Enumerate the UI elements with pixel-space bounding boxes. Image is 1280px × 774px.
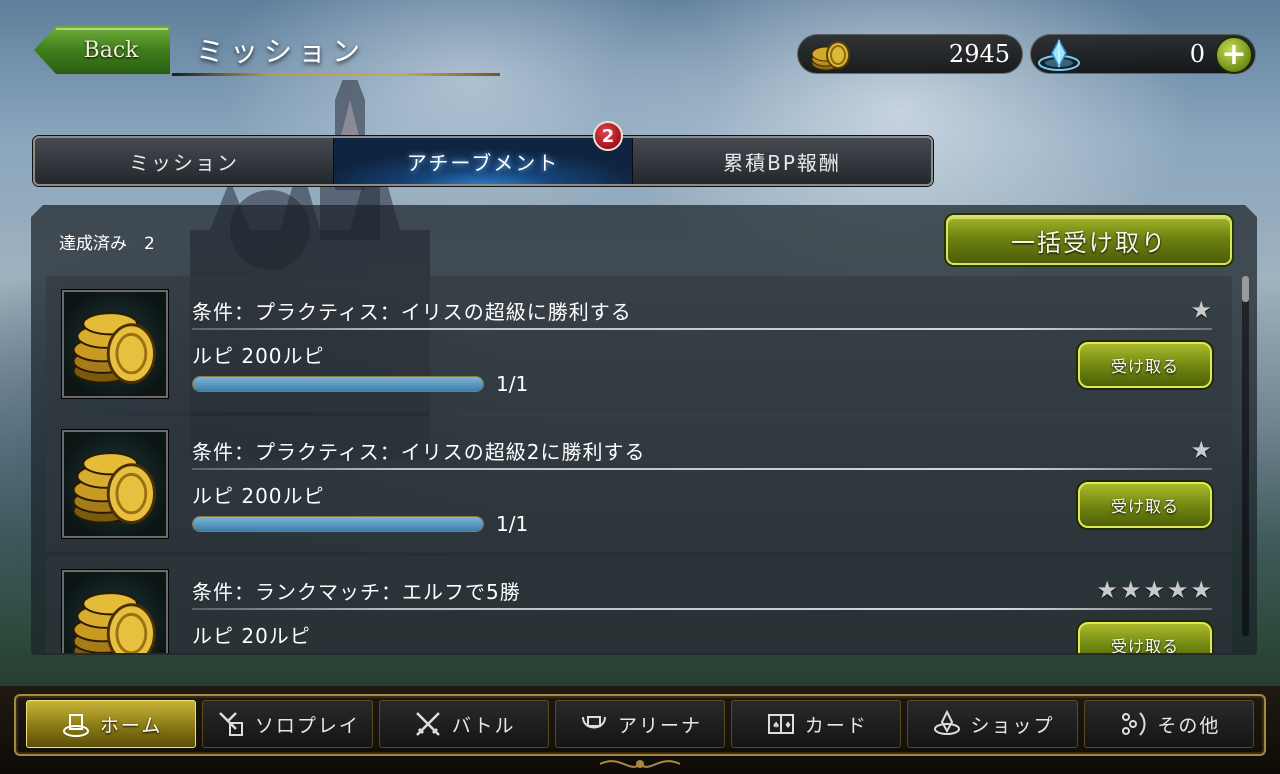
nav-home-label: ホーム <box>99 714 163 737</box>
mission-reward: ルピ 20ルピ <box>192 624 311 648</box>
star-icon: ★ <box>1143 576 1165 604</box>
scrollbar-thumb[interactable] <box>1242 276 1249 302</box>
mission-difficulty-stars: ★ <box>1190 296 1212 324</box>
rupy-coins-icon <box>62 290 168 398</box>
nav-ornament-icon <box>600 760 680 768</box>
back-button[interactable]: Back <box>34 26 170 74</box>
battle-icon <box>412 708 444 740</box>
nav-arena-label: アリーナ <box>617 714 702 737</box>
other-icon <box>1117 708 1149 740</box>
mission-item: 条件：プラクティス：イリスの超級2に勝利する ★ ルピ 200ルピ 1/1 受け… <box>46 416 1232 552</box>
cards-icon: ♠ ♦ <box>765 708 797 740</box>
svg-text:♠: ♠ <box>772 721 782 731</box>
nav-solo-play-label: ソロプレイ <box>254 714 360 737</box>
tab-achievements[interactable]: アチーブメント <box>333 138 632 184</box>
nav-shop-label: ショップ <box>970 714 1055 737</box>
mission-list-scrollbar[interactable] <box>1242 276 1249 636</box>
mission-progress-text: 1/1 <box>496 512 529 536</box>
arena-icon <box>578 708 610 740</box>
mission-divider <box>192 608 1212 610</box>
star-icon: ★ <box>1190 576 1212 604</box>
claim-all-button[interactable]: 一括受け取り <box>946 215 1232 265</box>
mission-condition: 条件：プラクティス：イリスの超級2に勝利する <box>192 440 646 464</box>
add-crystal-button[interactable]: + <box>1215 36 1253 74</box>
title-underline <box>172 73 500 76</box>
mission-progress-fill <box>193 517 483 531</box>
tab-missions[interactable]: ミッション <box>35 138 333 184</box>
mission-reward: ルピ 200ルピ <box>192 484 325 508</box>
mission-reward: ルピ 200ルピ <box>192 344 325 368</box>
mission-divider <box>192 468 1212 470</box>
nav-cards-label: カード <box>804 714 868 737</box>
mission-progress-text: 1/1 <box>496 372 529 396</box>
mission-item: 条件：ランクマッチ：エルフで5勝 ★ ★ ★ ★ ★ ルピ 20ルピ 受け取る <box>46 556 1232 653</box>
nav-home[interactable]: ホーム <box>26 700 197 748</box>
mission-progress-bar <box>192 376 484 392</box>
mission-progress-bar <box>192 516 484 532</box>
mission-item: 条件：プラクティス：イリスの超級に勝利する ★ ルピ 200ルピ 1/1 受け取… <box>46 276 1232 412</box>
crystal-counter: 0 + <box>1030 34 1256 74</box>
mission-condition: 条件：ランクマッチ：エルフで5勝 <box>192 580 521 604</box>
nav-solo-play[interactable]: ソロプレイ <box>202 700 373 748</box>
nav-arena[interactable]: アリーナ <box>554 700 726 748</box>
shop-icon <box>931 708 963 740</box>
mission-condition: 条件：プラクティス：イリスの超級に勝利する <box>192 300 632 324</box>
star-icon: ★ <box>1096 576 1118 604</box>
rupy-coin-icon <box>811 41 850 71</box>
rupy-counter: 2945 <box>797 34 1023 74</box>
receive-button[interactable]: 受け取る <box>1078 482 1212 528</box>
page-title: ミッション <box>196 35 367 68</box>
star-icon: ★ <box>1190 296 1212 324</box>
mission-difficulty-stars: ★ ★ ★ ★ ★ <box>1096 576 1212 604</box>
nav-other-label: その他 <box>1157 714 1221 737</box>
mission-progress-fill <box>193 377 483 391</box>
crystal-value: 0 <box>1189 40 1205 68</box>
star-icon: ★ <box>1119 576 1142 604</box>
rupy-coins-icon <box>62 430 168 538</box>
nav-shop[interactable]: ショップ <box>907 700 1078 748</box>
star-icon: ★ <box>1166 576 1189 604</box>
tab-bar: ミッション アチーブメント 累積BP報酬 <box>33 136 933 186</box>
back-button-label: Back <box>83 37 139 63</box>
crystal-icon <box>1038 38 1080 71</box>
home-icon <box>60 708 92 740</box>
bottom-nav: ホーム ソロプレイ バトル アリーナ ♠ ♦ カード ショップ その他 <box>26 700 1254 748</box>
mission-divider <box>192 328 1212 330</box>
rupy-coins-icon <box>62 570 168 653</box>
nav-cards[interactable]: ♠ ♦ カード <box>731 700 902 748</box>
rupy-value: 2945 <box>948 40 1010 68</box>
achievements-badge: 2 <box>593 121 623 151</box>
receive-button[interactable]: 受け取る <box>1078 622 1212 653</box>
mission-list[interactable]: 条件：プラクティス：イリスの超級に勝利する ★ ルピ 200ルピ 1/1 受け取… <box>46 276 1232 653</box>
mission-difficulty-stars: ★ <box>1190 436 1212 464</box>
svg-text:♦: ♦ <box>784 721 794 731</box>
receive-button[interactable]: 受け取る <box>1078 342 1212 388</box>
completed-count-label: 達成済み 2 <box>59 234 155 254</box>
nav-battle-label: バトル <box>451 714 516 737</box>
solo-play-icon <box>215 708 247 740</box>
star-icon: ★ <box>1190 436 1212 464</box>
tab-bp-rewards[interactable]: 累積BP報酬 <box>632 138 931 184</box>
nav-battle[interactable]: バトル <box>378 700 549 748</box>
nav-other[interactable]: その他 <box>1083 700 1254 748</box>
